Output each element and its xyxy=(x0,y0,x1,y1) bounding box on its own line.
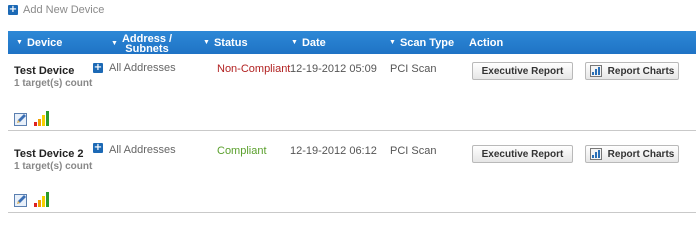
sort-arrow-icon: ▼ xyxy=(291,39,298,46)
column-header-action: Action xyxy=(469,36,504,49)
column-header-date[interactable]: ▼ Date xyxy=(291,31,326,54)
status-value: Compliant xyxy=(217,145,267,157)
report-chart-icon xyxy=(589,148,602,160)
bar-chart-icon[interactable] xyxy=(34,111,50,126)
target-count: 1 target(s) count xyxy=(14,161,93,172)
scan-type-value: PCI Scan xyxy=(390,145,437,157)
executive-report-button[interactable]: Executive Report xyxy=(472,145,573,163)
report-charts-button[interactable]: Report Charts xyxy=(585,62,679,80)
status-value: Non-Compliant xyxy=(217,63,291,75)
report-charts-button[interactable]: Report Charts xyxy=(585,145,679,163)
device-name: Test Device xyxy=(14,65,75,77)
address-value: All Addresses xyxy=(109,144,176,156)
column-header-status[interactable]: ▼ Status xyxy=(203,31,248,54)
address-value: All Addresses xyxy=(109,62,176,74)
device-name: Test Device 2 xyxy=(14,148,84,160)
row-divider xyxy=(8,212,696,213)
add-new-device-link[interactable]: + Add New Device xyxy=(8,4,104,16)
target-count: 1 target(s) count xyxy=(14,78,93,89)
date-value: 12-19-2012 06:12 xyxy=(290,145,377,157)
table-row: Test Device 1 target(s) count + All Addr… xyxy=(8,60,696,130)
plus-icon: + xyxy=(8,4,18,15)
row-divider xyxy=(8,130,696,131)
edit-icon[interactable] xyxy=(14,193,28,207)
sort-arrow-icon: ▼ xyxy=(16,39,23,46)
add-new-device-label: Add New Device xyxy=(23,4,105,16)
column-header-address[interactable]: ▼ Address / Subnets xyxy=(111,32,172,55)
sort-arrow-icon: ▼ xyxy=(111,39,118,47)
expand-address-icon[interactable]: + xyxy=(93,63,103,73)
sort-arrow-icon: ▼ xyxy=(203,39,210,46)
date-value: 12-19-2012 05:09 xyxy=(290,63,377,75)
sort-arrow-icon: ▼ xyxy=(389,39,396,46)
executive-report-button[interactable]: Executive Report xyxy=(472,62,573,80)
column-header-device[interactable]: ▼ Device xyxy=(16,31,62,54)
table-row: Test Device 2 1 target(s) count + All Ad… xyxy=(8,142,696,212)
bar-chart-icon[interactable] xyxy=(34,192,50,207)
scan-type-value: PCI Scan xyxy=(390,63,437,75)
column-header-scan-type[interactable]: ▼ Scan Type xyxy=(389,31,454,54)
edit-icon[interactable] xyxy=(14,112,28,126)
report-chart-icon xyxy=(589,65,602,77)
table-header: ▼ Device ▼ Address / Subnets ▼ Status ▼ … xyxy=(8,31,696,54)
expand-address-icon[interactable]: + xyxy=(93,143,103,153)
